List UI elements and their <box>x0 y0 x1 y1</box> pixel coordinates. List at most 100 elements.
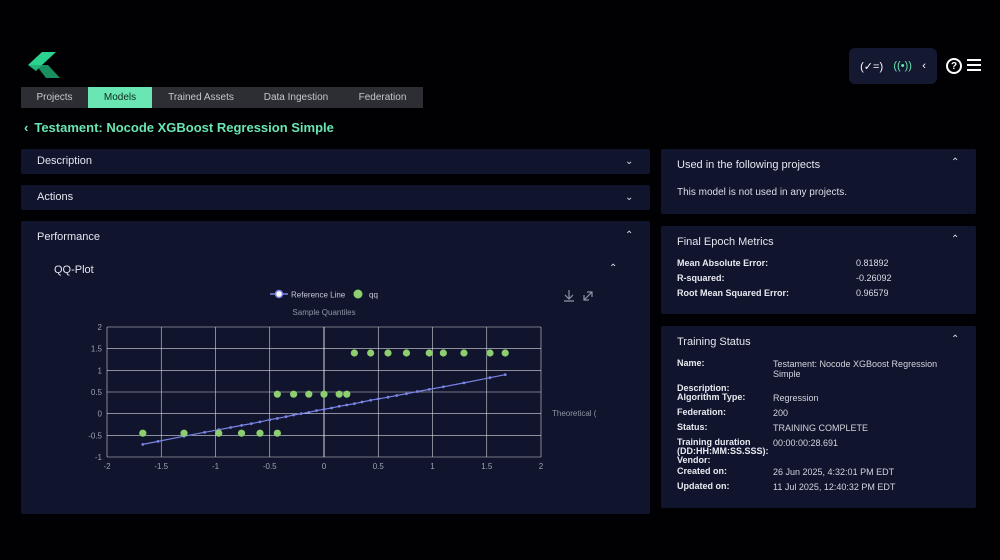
description-section[interactable]: Description ⌄ <box>21 149 650 174</box>
reference-point <box>268 418 272 422</box>
updated-label: Updated on: <box>677 481 730 491</box>
menu-icon[interactable] <box>967 59 981 71</box>
reference-point <box>322 407 326 411</box>
chevron-left-icon[interactable]: ‹ <box>922 60 926 72</box>
tab-trained-assets[interactable]: Trained Assets <box>152 87 250 108</box>
x-tick-label: 0 <box>322 462 327 471</box>
actions-section[interactable]: Actions ⌄ <box>21 185 650 210</box>
x-tick-label: -0.5 <box>263 462 277 471</box>
reference-point <box>503 373 507 377</box>
reference-point <box>395 394 399 397</box>
y-tick-label: 1 <box>98 366 103 375</box>
reference-point <box>284 415 288 419</box>
name-value-cont: Simple <box>773 369 801 379</box>
x-tick-label: 1.5 <box>481 462 493 471</box>
reference-point <box>405 392 408 396</box>
checklist-icon[interactable]: (✓=) <box>860 60 883 73</box>
qq-point <box>256 429 264 437</box>
help-icon[interactable]: ? <box>946 58 962 74</box>
reference-point <box>360 400 364 404</box>
legend-reference-line: Reference Line <box>291 291 346 300</box>
logo[interactable] <box>26 50 62 80</box>
vendor-label: Vendor: <box>677 455 711 465</box>
reference-point <box>307 410 311 414</box>
x-tick-label: 1 <box>430 462 435 471</box>
actions-header: Actions <box>37 191 74 203</box>
qq-point <box>486 349 494 357</box>
chevron-down-icon[interactable]: ⌄ <box>625 156 633 167</box>
chevron-down-icon[interactable]: ⌄ <box>625 192 633 203</box>
back-chevron-icon[interactable]: ‹ <box>24 120 28 135</box>
legend-qq: qq <box>369 291 378 300</box>
reference-point <box>337 404 341 408</box>
metric-value: 0.81892 <box>856 258 889 268</box>
expand-icon[interactable] <box>583 291 593 301</box>
federation-value: 200 <box>773 408 789 418</box>
projects-panel-title: Used in the following projects <box>677 159 821 171</box>
qq-point <box>305 390 313 398</box>
x-tick-label: 0.5 <box>373 462 385 471</box>
qq-point <box>335 390 343 398</box>
reference-point <box>156 440 160 443</box>
qq-point <box>290 390 298 398</box>
reference-point <box>315 409 318 413</box>
chevron-up-icon[interactable]: ⌃ <box>951 234 959 245</box>
y-tick-label: -1 <box>95 453 103 462</box>
chevron-up-icon[interactable]: ⌃ <box>951 157 959 168</box>
reference-point <box>462 381 466 385</box>
duration-value: 00:00:00:28.691 <box>773 438 839 448</box>
name-value: Testament: Nocode XGBoost Regression <box>773 359 938 369</box>
updated-value: 11 Jul 2025, 12:40:32 PM EDT <box>773 482 896 492</box>
qq-point <box>273 429 281 437</box>
created-value: 26 Jun 2025, 4:32:01 PM EDT <box>773 467 895 477</box>
reference-point <box>427 388 431 391</box>
y-tick-label: 1.5 <box>91 345 103 354</box>
chevron-up-icon[interactable]: ⌃ <box>951 334 959 345</box>
qq-point <box>384 349 392 357</box>
reference-point <box>141 443 145 446</box>
chevron-up-icon[interactable]: ⌃ <box>609 263 617 274</box>
reference-point <box>330 406 333 410</box>
chart-legend[interactable]: Reference Line qq <box>270 289 378 300</box>
reference-point <box>240 423 243 427</box>
tab-models[interactable]: Models <box>88 87 152 108</box>
status-value: TRAINING COMPLETE <box>773 423 869 433</box>
metric-label: R-squared: <box>677 273 725 283</box>
qq-point <box>343 390 351 398</box>
qq-point <box>180 429 188 437</box>
created-label: Created on: <box>677 466 728 476</box>
reference-point <box>229 426 233 429</box>
x-tick-label: -1 <box>212 462 220 471</box>
x-tick-label: -2 <box>103 462 111 471</box>
status-pill[interactable]: (✓=) ((•)) ‹ <box>849 48 937 84</box>
reference-point <box>292 413 296 417</box>
chevron-up-icon[interactable]: ⌃ <box>625 230 633 241</box>
performance-header: Performance <box>37 231 100 243</box>
qq-point <box>139 429 147 437</box>
reference-point <box>415 390 419 393</box>
download-icon[interactable] <box>564 290 574 302</box>
federation-label: Federation: <box>677 407 727 417</box>
broadcast-icon[interactable]: ((•)) <box>893 60 912 72</box>
reference-point <box>376 397 380 401</box>
reference-point <box>203 430 207 434</box>
tab-federation[interactable]: Federation <box>342 87 423 108</box>
reference-point <box>369 398 373 402</box>
model-title: Testament: Nocode XGBoost Regression Sim… <box>34 120 334 135</box>
x-tick-label: -1.5 <box>154 462 168 471</box>
metric-label: Mean Absolute Error: <box>677 258 769 268</box>
main-tabs: Projects Models Trained Assets Data Inge… <box>21 87 423 108</box>
qq-point <box>460 349 468 357</box>
algorithm-label: Algorithm Type: <box>677 392 746 402</box>
description-header: Description <box>37 155 93 167</box>
tab-data-ingestion[interactable]: Data Ingestion <box>250 87 342 108</box>
status-label: Status: <box>677 422 708 432</box>
qq-plot-header: QQ-Plot <box>54 264 94 276</box>
qq-point <box>237 429 246 437</box>
tab-projects[interactable]: Projects <box>21 87 88 108</box>
qq-point <box>501 349 509 357</box>
metrics-panel: Final Epoch Metrics ⌃ Mean Absolute Erro… <box>661 226 976 314</box>
qq-point <box>273 390 281 398</box>
reference-point <box>275 417 279 420</box>
reference-point <box>299 412 303 416</box>
